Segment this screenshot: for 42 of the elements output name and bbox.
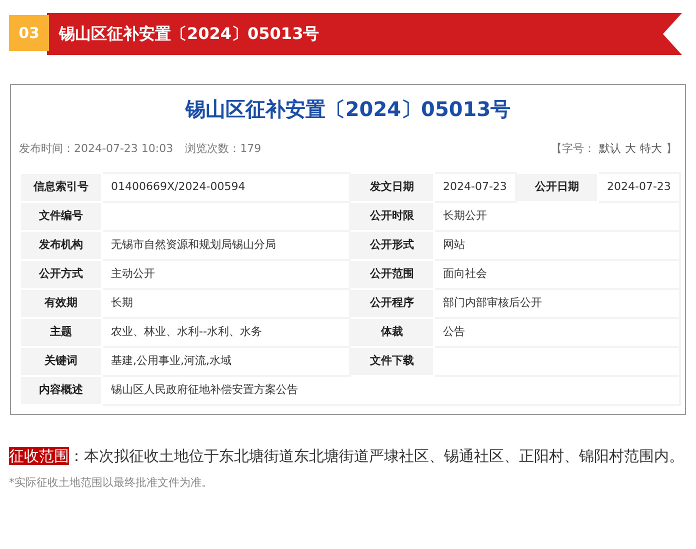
field-value: 面向社会	[434, 260, 680, 288]
font-size-link[interactable]: 特大	[640, 141, 662, 158]
document-title: 锡山区征补安置〔2024〕05013号	[184, 96, 512, 123]
field-value: 无锡市自然资源和规划局锡山分局	[102, 230, 350, 260]
scope-paragraph: 征收范围：本次拟征收土地位于东北塘街道东北塘街道严埭社区、锡通社区、正阳村、锦阳村范围内。	[9, 446, 685, 466]
number-badge: 03	[9, 15, 49, 51]
banner-title: 锡山区征补安置〔2024〕05013号	[59, 23, 320, 45]
field-label: 发文日期	[350, 172, 434, 202]
field-label: 关键词	[20, 346, 102, 376]
field-label: 公开程序	[350, 288, 434, 318]
field-value: 部门内部审核后公开	[434, 288, 680, 318]
field-label: 文件编号	[20, 202, 102, 230]
field-label: 文件下载	[350, 346, 434, 376]
font-size-link[interactable]: 默认	[599, 141, 621, 158]
field-value: 网站	[434, 230, 680, 260]
field-label: 公开日期	[516, 172, 598, 202]
font-size-link[interactable]: 大	[625, 141, 636, 158]
field-label: 公开范围	[350, 260, 434, 288]
field-label: 公开形式	[350, 230, 434, 260]
field-value: 01400669X/2024-00594	[102, 172, 350, 202]
field-label: 发布机构	[20, 230, 102, 260]
field-value: 公告	[434, 318, 680, 346]
field-label: 体裁	[350, 318, 434, 346]
field-value: 长期公开	[434, 202, 680, 230]
bracket-text: 】	[666, 141, 677, 157]
field-value: 2024-07-23	[598, 172, 680, 202]
field-label: 公开时限	[350, 202, 434, 230]
field-value: 基建,公用事业,河流,水域	[102, 346, 350, 376]
field-value: 主动公开	[102, 260, 350, 288]
footnote: *实际征收土地范围以最终批准文件为准。	[9, 474, 214, 490]
field-label: 公开方式	[20, 260, 102, 288]
field-label: 信息索引号	[20, 172, 102, 202]
field-value: 锡山区人民政府征地补偿安置方案公告	[102, 376, 680, 404]
field-label: 主题	[20, 318, 102, 346]
view-count: 浏览次数：179	[185, 141, 262, 157]
field-value: 2024-07-23	[434, 172, 516, 202]
font-size-label: 【字号：	[551, 141, 595, 157]
publish-time: 发布时间：2024-07-23 10:03	[19, 141, 174, 157]
field-label: 有效期	[20, 288, 102, 318]
field-label: 内容概述	[20, 376, 102, 404]
field-value: 农业、林业、水利--水利、水务	[102, 318, 350, 346]
field-value: 长期	[102, 288, 350, 318]
